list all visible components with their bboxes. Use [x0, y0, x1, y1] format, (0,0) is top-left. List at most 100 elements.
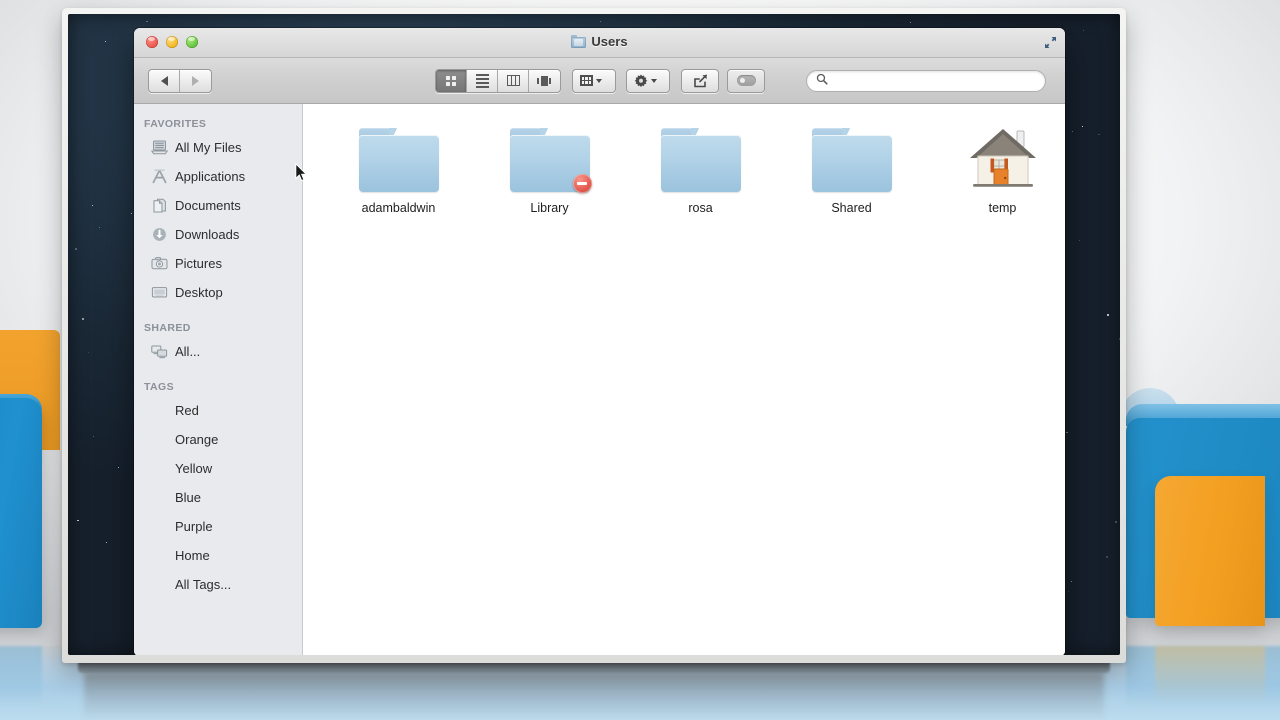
- sidebar-item-label: Red: [175, 403, 199, 418]
- file-icon-wrapper: [660, 120, 741, 192]
- sidebar-item-all-my-files[interactable]: All My Files: [134, 133, 302, 162]
- file-item-library[interactable]: Library: [474, 116, 625, 215]
- search-field[interactable]: [806, 69, 1046, 92]
- arrange-button[interactable]: [572, 68, 616, 93]
- file-item-shared[interactable]: Shared: [776, 116, 927, 215]
- sidebar-item-label: Downloads: [175, 227, 240, 242]
- file-icon-wrapper: [509, 120, 592, 193]
- view-mode-icon-button[interactable]: [436, 69, 467, 92]
- file-item-rosa[interactable]: rosa: [625, 116, 776, 215]
- finder-window: Users FAVORITES All My Files Application…: [134, 28, 1065, 655]
- finder-sidebar: FAVORITES All My Files Applications Docu…: [134, 104, 303, 655]
- sidebar-item-label: Orange: [175, 432, 219, 447]
- sidebar-item-label: Documents: [175, 198, 241, 213]
- reflection-blue-left: [0, 646, 42, 706]
- file-item-label: rosa: [688, 201, 713, 215]
- window-title-text: Users: [591, 34, 628, 49]
- sidebar-item-tag-red[interactable]: Red: [134, 396, 302, 425]
- desktop-wallpaper: Users FAVORITES All My Files Application…: [68, 14, 1120, 655]
- chevron-down-icon: [596, 78, 602, 83]
- sidebar-item-label: Purple: [175, 519, 213, 534]
- back-button[interactable]: [149, 69, 180, 92]
- sidebar-item-label: All Tags...: [175, 577, 232, 592]
- fullscreen-expand-icon[interactable]: [1043, 35, 1058, 50]
- arrange-grid-icon: [580, 75, 593, 86]
- folder-icon: [660, 128, 741, 192]
- monitor-bezel: Users FAVORITES All My Files Application…: [62, 8, 1126, 663]
- list-lines-icon: [475, 73, 489, 88]
- sidebar-item-tag-purple[interactable]: Purple: [134, 512, 302, 541]
- view-mode-column-button[interactable]: [498, 69, 529, 92]
- finder-content-pane[interactable]: adambaldwin Library rosa Shared temp: [303, 104, 1065, 655]
- tag-dot-icon: [151, 490, 168, 505]
- applications-a-icon: [151, 169, 168, 184]
- arrow-right-icon: [192, 75, 199, 86]
- view-mode-coverflow-button[interactable]: [529, 70, 560, 92]
- icon-grid: adambaldwin Library rosa Shared temp: [303, 116, 1065, 215]
- sidebar-item-label: Home: [175, 548, 210, 563]
- share-button[interactable]: [681, 68, 719, 93]
- sidebar-item-label: All My Files: [175, 140, 242, 155]
- grid-four-squares-icon: [446, 75, 456, 86]
- folder-icon: [509, 128, 592, 193]
- sidebar-item-downloads[interactable]: Downloads: [134, 220, 302, 249]
- file-item-label: temp: [988, 201, 1017, 215]
- tag-dot-icon: [151, 577, 168, 592]
- sidebar-item-tag-home[interactable]: Home: [134, 541, 302, 570]
- chevron-down-icon: [651, 78, 657, 83]
- file-item-label: adambaldwin: [361, 201, 436, 215]
- sidebar-item-pictures[interactable]: Pictures: [134, 249, 302, 278]
- sidebar-item-tag-orange[interactable]: Orange: [134, 425, 302, 454]
- window-title: Users: [134, 34, 1065, 49]
- folder-users-icon: [571, 35, 587, 48]
- share-box-arrow-icon: [693, 74, 708, 88]
- folder-icon: [358, 128, 439, 192]
- sidebar-item-label: Desktop: [175, 285, 223, 300]
- file-icon-wrapper: [967, 120, 1039, 192]
- sidebar-item-tag-yellow[interactable]: Yellow: [134, 454, 302, 483]
- action-menu-button[interactable]: [626, 68, 670, 93]
- all-my-files-icon: [150, 140, 169, 155]
- sidebar-item-all-shared[interactable]: All...: [134, 337, 302, 366]
- file-item-label: Shared: [831, 201, 872, 215]
- gear-icon: [634, 73, 648, 88]
- file-item-adambaldwin[interactable]: adambaldwin: [323, 116, 474, 215]
- view-mode-list-button[interactable]: [467, 69, 498, 92]
- sidebar-section-header-tags: TAGS: [144, 381, 174, 393]
- decor-block-blue-left: [0, 398, 42, 628]
- sidebar-section-header-shared: SHARED: [144, 322, 191, 334]
- tags-button[interactable]: [727, 68, 765, 93]
- sidebar-item-all-tags[interactable]: All Tags...: [134, 570, 302, 599]
- downloads-arrow-icon: [151, 227, 168, 242]
- desktop-icon: [151, 285, 168, 300]
- reflection-orange-right: [1155, 646, 1265, 704]
- search-input[interactable]: [833, 73, 1036, 88]
- sidebar-section-header-favorites: FAVORITES: [144, 118, 207, 130]
- arrow-left-icon: [160, 75, 168, 86]
- monitor-reflection: [84, 672, 1104, 720]
- navigation-buttons: [148, 68, 212, 93]
- forward-button[interactable]: [180, 70, 211, 92]
- documents-icon: [151, 198, 168, 213]
- sidebar-item-label: Applications: [175, 169, 246, 184]
- coverflow-icon: [537, 75, 552, 86]
- tag-pill-icon: [737, 75, 756, 86]
- tag-dot-icon: [151, 519, 168, 534]
- sidebar-item-label: Blue: [175, 490, 202, 505]
- sidebar-item-tag-blue[interactable]: Blue: [134, 483, 302, 512]
- pictures-camera-icon: [151, 256, 168, 271]
- view-mode-segmented-control: [435, 68, 561, 93]
- sidebar-item-desktop[interactable]: Desktop: [134, 278, 302, 307]
- file-icon-wrapper: [811, 120, 892, 192]
- sidebar-item-label: Yellow: [175, 461, 213, 476]
- sidebar-item-applications[interactable]: Applications: [134, 162, 302, 191]
- tag-dot-icon: [151, 403, 168, 418]
- sidebar-item-documents[interactable]: Documents: [134, 191, 302, 220]
- tag-dot-icon: [151, 548, 168, 563]
- sidebar-item-label: Pictures: [175, 256, 222, 271]
- file-item-temp[interactable]: temp: [927, 116, 1065, 215]
- tag-dot-icon: [151, 432, 168, 447]
- window-titlebar: Users: [134, 28, 1065, 58]
- no-access-stop-badge: [572, 174, 592, 193]
